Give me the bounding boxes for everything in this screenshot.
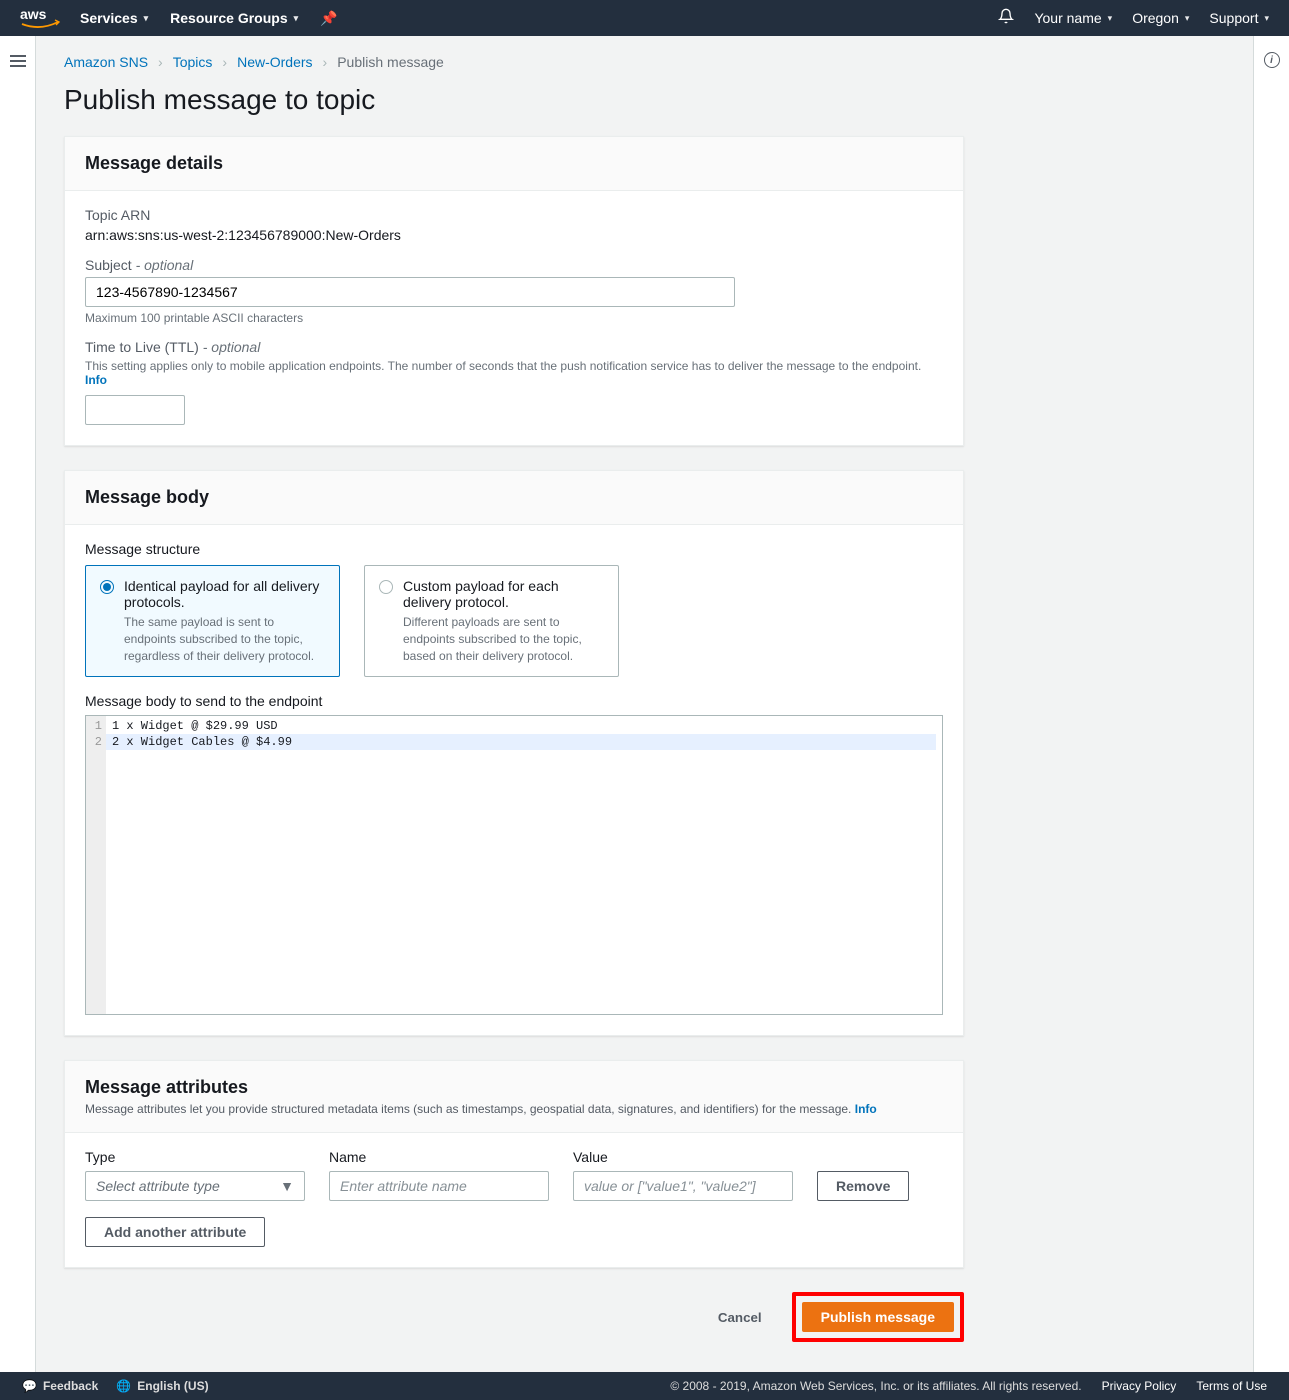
value-label: Value <box>573 1149 793 1165</box>
message-attributes-panel: Message attributes Message attributes le… <box>64 1060 964 1268</box>
editor-line: 1 x Widget @ $29.99 USD <box>112 718 936 734</box>
tile-desc: Different payloads are sent to endpoints… <box>403 614 604 664</box>
body-label: Message body to send to the endpoint <box>85 693 943 709</box>
subject-hint: Maximum 100 printable ASCII characters <box>85 311 943 325</box>
add-attribute-button[interactable]: Add another attribute <box>85 1217 265 1247</box>
left-sidebar-toggle[interactable] <box>0 36 36 1372</box>
highlight-annotation: Publish message <box>792 1292 964 1342</box>
services-menu[interactable]: Services▾ <box>80 10 148 26</box>
structure-custom-tile[interactable]: Custom payload for each delivery protoco… <box>364 565 619 677</box>
account-menu[interactable]: Your name▾ <box>1034 10 1112 26</box>
message-details-panel: Message details Topic ARN arn:aws:sns:us… <box>64 136 964 446</box>
breadcrumb: Amazon SNS › Topics › New-Orders › Publi… <box>64 54 1225 70</box>
svg-text:aws: aws <box>20 7 47 22</box>
subject-input[interactable] <box>85 277 735 307</box>
radio-icon <box>379 580 393 594</box>
tile-title: Custom payload for each delivery protoco… <box>403 578 604 610</box>
panel-desc: Message attributes let you provide struc… <box>85 1102 943 1116</box>
globe-icon: 🌐 <box>116 1379 131 1393</box>
arn-label: Topic ARN <box>85 207 943 223</box>
language-selector[interactable]: 🌐English (US) <box>116 1379 208 1393</box>
subject-label: Subject - optional <box>85 257 943 273</box>
right-info-toggle[interactable]: i <box>1253 36 1289 1372</box>
editor-line: 2 x Widget Cables @ $4.99 <box>106 734 936 750</box>
remove-attribute-button[interactable]: Remove <box>817 1171 909 1201</box>
panel-title: Message attributes <box>85 1077 943 1098</box>
arn-value: arn:aws:sns:us-west-2:123456789000:New-O… <box>85 227 943 243</box>
chat-icon: 💬 <box>22 1379 37 1393</box>
region-menu[interactable]: Oregon▾ <box>1132 10 1189 26</box>
ttl-hint: This setting applies only to mobile appl… <box>85 359 943 387</box>
attribute-name-input[interactable] <box>329 1171 549 1201</box>
pin-icon[interactable]: 📌 <box>320 10 337 27</box>
feedback-link[interactable]: 💬Feedback <box>22 1379 98 1393</box>
breadcrumb-topics[interactable]: Topics <box>173 54 213 70</box>
breadcrumb-current: Publish message <box>337 54 444 70</box>
attribute-type-select[interactable]: Select attribute type▼ <box>85 1171 305 1201</box>
ttl-label: Time to Live (TTL) - optional <box>85 339 943 355</box>
privacy-link[interactable]: Privacy Policy <box>1102 1379 1177 1393</box>
breadcrumb-sns[interactable]: Amazon SNS <box>64 54 148 70</box>
publish-button[interactable]: Publish message <box>802 1302 954 1332</box>
caret-down-icon: ▾ <box>1108 13 1113 24</box>
chevron-right-icon: › <box>323 54 328 70</box>
copyright-text: © 2008 - 2019, Amazon Web Services, Inc.… <box>670 1379 1081 1393</box>
radio-icon <box>100 580 114 594</box>
caret-down-icon: ▼ <box>280 1178 294 1194</box>
tile-title: Identical payload for all delivery proto… <box>124 578 325 610</box>
footer: 💬Feedback 🌐English (US) © 2008 - 2019, A… <box>0 1372 1289 1400</box>
panel-title: Message details <box>85 153 943 174</box>
breadcrumb-topic[interactable]: New-Orders <box>237 54 312 70</box>
resource-groups-menu[interactable]: Resource Groups▾ <box>170 10 298 26</box>
ttl-input[interactable] <box>85 395 185 425</box>
caret-down-icon: ▾ <box>294 13 299 24</box>
chevron-right-icon: › <box>222 54 227 70</box>
info-icon: i <box>1264 52 1280 68</box>
terms-link[interactable]: Terms of Use <box>1196 1379 1267 1393</box>
caret-down-icon: ▾ <box>144 13 149 24</box>
hamburger-icon <box>10 52 26 1372</box>
tile-desc: The same payload is sent to endpoints su… <box>124 614 325 664</box>
notifications-icon[interactable] <box>998 8 1014 29</box>
attributes-info-link[interactable]: Info <box>855 1102 877 1116</box>
support-menu[interactable]: Support▾ <box>1209 10 1269 26</box>
name-label: Name <box>329 1149 549 1165</box>
cancel-button[interactable]: Cancel <box>700 1304 780 1331</box>
top-nav: aws Services▾ Resource Groups▾ 📌 Your na… <box>0 0 1289 36</box>
caret-down-icon: ▾ <box>1185 13 1190 24</box>
chevron-right-icon: › <box>158 54 163 70</box>
structure-identical-tile[interactable]: Identical payload for all delivery proto… <box>85 565 340 677</box>
attribute-value-input[interactable] <box>573 1171 793 1201</box>
structure-label: Message structure <box>85 541 943 557</box>
panel-title: Message body <box>85 487 943 508</box>
aws-logo[interactable]: aws <box>20 7 60 29</box>
line-gutter: 12 <box>86 716 106 1014</box>
type-label: Type <box>85 1149 305 1165</box>
form-actions: Cancel Publish message <box>64 1292 964 1342</box>
ttl-info-link[interactable]: Info <box>85 373 107 387</box>
message-body-panel: Message body Message structure Identical… <box>64 470 964 1036</box>
caret-down-icon: ▾ <box>1264 13 1269 24</box>
message-body-editor[interactable]: 12 1 x Widget @ $29.99 USD 2 x Widget Ca… <box>85 715 943 1015</box>
page-title: Publish message to topic <box>64 84 1225 116</box>
